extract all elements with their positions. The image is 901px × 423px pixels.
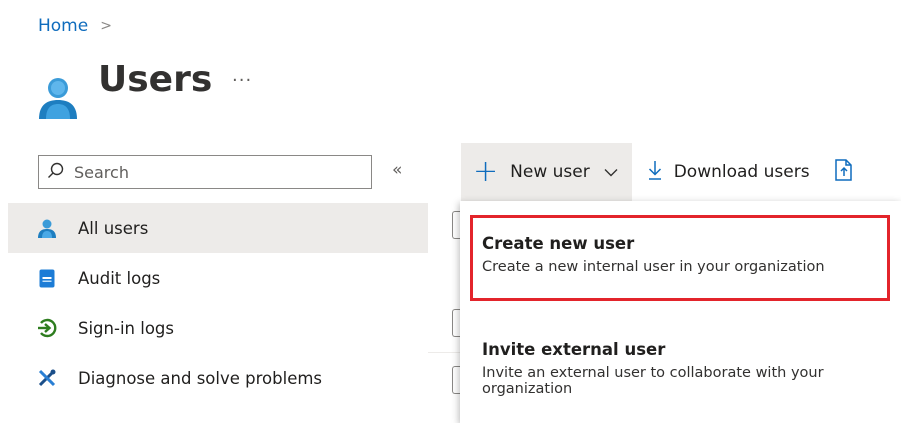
page-title: Users [98,59,213,100]
bulk-operations-icon [834,158,853,186]
download-users-button[interactable]: Download users [632,143,810,201]
download-users-label: Download users [673,162,810,182]
collapse-sidebar-button[interactable]: « [392,160,402,180]
plus-icon: + [473,154,499,189]
menu-item-description: Invite an external user to collaborate w… [482,365,824,397]
sidebar-nav: All users Audit logs Sign-in logs Diagno… [8,203,428,403]
menu-item-invite-external-user[interactable]: Invite external user Invite an external … [482,340,892,397]
sidebar-item-label: All users [78,218,149,238]
new-user-label: New user [510,162,590,182]
sidebar-item-audit-logs[interactable]: Audit logs [8,253,428,303]
sign-in-icon [37,318,57,338]
sidebar-item-label: Diagnose and solve problems [78,368,323,388]
breadcrumb-separator: > [100,18,112,34]
search-icon [47,162,64,183]
breadcrumb: Home > [38,16,112,36]
breadcrumb-home-link[interactable]: Home [38,16,88,36]
highlight-box [470,215,890,301]
tools-icon [37,368,57,388]
sidebar-item-label: Audit logs [78,268,161,288]
sidebar-item-diagnose-and-solve-problems[interactable]: Diagnose and solve problems [8,353,428,403]
user-icon [36,75,80,119]
sidebar-item-label: Sign-in logs [78,318,174,338]
bulk-operations-button[interactable] [834,143,853,201]
user-icon [37,218,57,238]
more-options-icon[interactable]: ··· [232,70,252,91]
search-box [38,155,372,189]
divider [428,352,460,353]
command-bar: + New user Download users [461,143,853,201]
search-input[interactable] [72,161,356,183]
chevron-down-icon [604,162,618,182]
sidebar-item-sign-in-logs[interactable]: Sign-in logs [8,303,428,353]
audit-log-icon [37,268,57,288]
new-user-button[interactable]: + New user [461,143,632,201]
sidebar-item-all-users[interactable]: All users [8,203,428,253]
menu-item-title: Invite external user [482,340,666,359]
download-icon [648,160,662,185]
